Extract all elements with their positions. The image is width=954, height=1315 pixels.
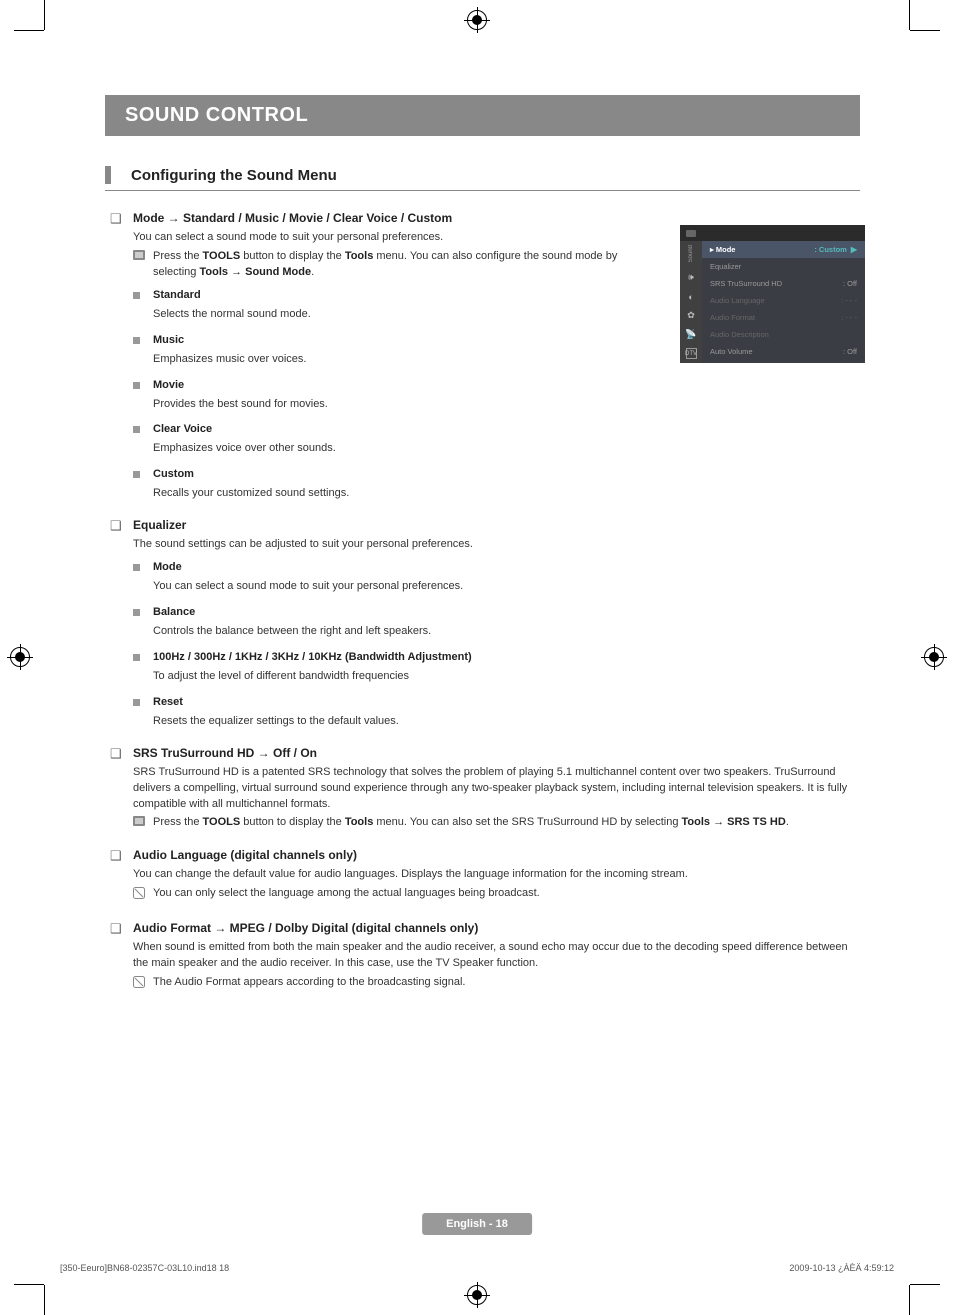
section-heading: Configuring the Sound Menu	[105, 166, 860, 191]
gear-icon: ✿	[686, 310, 697, 321]
page-header: SOUND CONTROL	[105, 95, 860, 136]
osd-row-audio-description: Audio Description	[702, 326, 865, 343]
antenna-icon: 📡	[686, 329, 697, 340]
section-title-text: Configuring the Sound Menu	[131, 167, 337, 184]
q-bullet: ❑	[110, 848, 122, 864]
audio-lang-heading: Audio Language (digital channels only)	[133, 848, 860, 862]
eq-reset: Reset	[153, 695, 860, 711]
speaker-icon: 🕪	[686, 272, 697, 283]
mode-standard: Standard	[153, 288, 645, 304]
note-icon	[133, 887, 145, 905]
osd-preview: Sound 🕪 ◐ ✿ 📡 DTV ▸ Mode: Custom▶ Equali…	[680, 225, 865, 363]
osd-row-equalizer: Equalizer	[702, 258, 865, 275]
mode-music: Music	[153, 333, 645, 349]
q-bullet: ❑	[110, 518, 122, 534]
q-bullet: ❑	[110, 746, 122, 762]
osd-row-audio-format: Audio Format: - - -	[702, 309, 865, 326]
input-icon: DTV	[686, 348, 697, 359]
equalizer-heading: Equalizer	[133, 518, 860, 532]
registration-mark	[924, 647, 944, 667]
eq-bandwidth: 100Hz / 300Hz / 1KHz / 3KHz / 10KHz (Ban…	[153, 650, 860, 666]
eq-balance: Balance	[153, 605, 860, 621]
audio-lang-note: You can only select the language among t…	[153, 886, 540, 902]
tv-icon	[686, 230, 696, 237]
osd-row-mode: ▸ Mode: Custom▶	[702, 241, 865, 258]
audio-lang-desc: You can change the default value for aud…	[133, 867, 860, 883]
equalizer-intro: The sound settings can be adjusted to su…	[133, 537, 860, 553]
srs-tools-note: Press the TOOLS button to display the To…	[153, 815, 789, 831]
osd-sidebar-label: Sound	[688, 245, 694, 262]
eq-mode: Mode	[153, 560, 860, 576]
audio-format-desc: When sound is emitted from both the main…	[133, 940, 860, 972]
footer-timestamp: 2009-10-13 ¿ÀÈÄ 4:59:12	[789, 1263, 894, 1273]
mode-heading: Mode → Standard / Music / Movie / Clear …	[133, 211, 645, 225]
registration-mark	[467, 1285, 487, 1305]
q-bullet: ❑	[110, 211, 122, 227]
tools-icon	[133, 816, 145, 832]
note-icon	[133, 976, 145, 994]
osd-row-audio-language: Audio Language: - - -	[702, 292, 865, 309]
osd-row-srs: SRS TruSurround HD: Off	[702, 275, 865, 292]
srs-heading: SRS TruSurround HD → Off / On	[133, 746, 860, 760]
mode-movie: Movie	[153, 378, 645, 394]
audio-format-heading: Audio Format → MPEG / Dolby Digital (dig…	[133, 921, 860, 935]
mode-custom: Custom	[153, 467, 645, 483]
osd-row-auto-volume: Auto Volume: Off	[702, 343, 865, 360]
footer-meta: [350-Eeuro]BN68-02357C-03L10.ind18 18 20…	[60, 1263, 894, 1273]
registration-mark	[467, 10, 487, 30]
footer-file: [350-Eeuro]BN68-02357C-03L10.ind18 18	[60, 1263, 229, 1273]
tools-icon	[133, 250, 145, 266]
mode-intro: You can select a sound mode to suit your…	[133, 230, 645, 246]
picture-icon: ◐	[686, 291, 697, 302]
q-bullet: ❑	[110, 921, 122, 937]
mode-tools-note: Press the TOOLS button to display the To…	[153, 249, 645, 281]
page-number: English - 18	[422, 1213, 532, 1235]
audio-format-note: The Audio Format appears according to th…	[153, 975, 465, 991]
srs-desc: SRS TruSurround HD is a patented SRS tec…	[133, 765, 860, 813]
registration-mark	[10, 647, 30, 667]
mode-clear-voice: Clear Voice	[153, 422, 645, 438]
